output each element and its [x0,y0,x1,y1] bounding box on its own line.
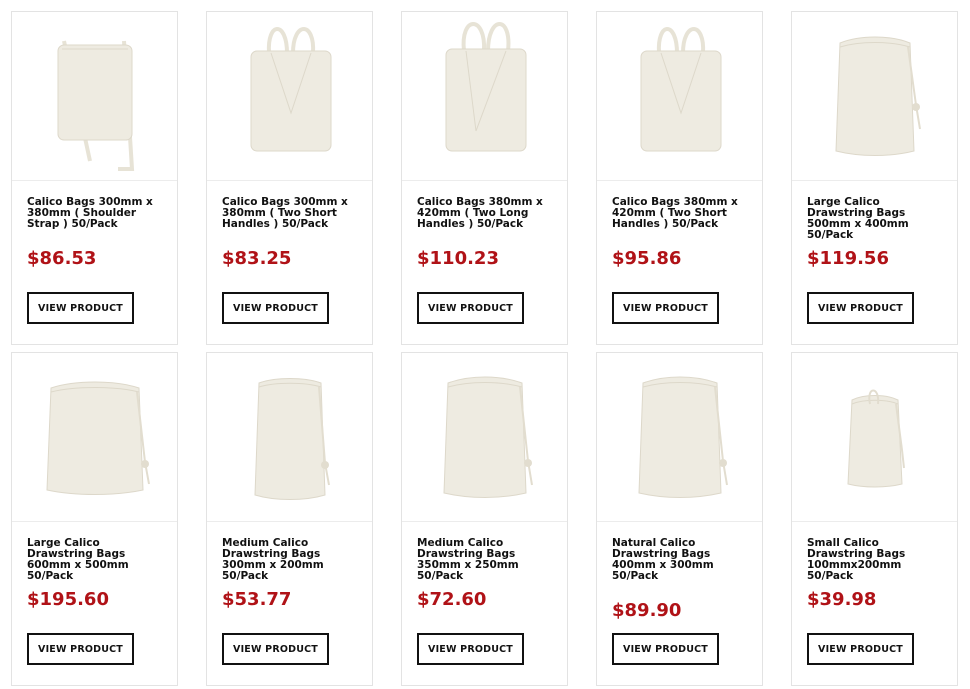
product-price: $39.98 [807,589,877,610]
product-image[interactable] [207,353,372,522]
product-image[interactable] [207,12,372,181]
product-title[interactable]: Large Calico Drawstring Bags 500mm x 400… [807,197,945,241]
product-grid: Calico Bags 300mm x 380mm ( Shoulder Str… [0,0,970,689]
product-title[interactable]: Medium Calico Drawstring Bags 300mm x 20… [222,538,360,582]
product-image[interactable] [597,12,762,181]
product-title[interactable]: Natural Calico Drawstring Bags 400mm x 3… [612,538,750,582]
drawstring-bag-icon [637,376,728,498]
view-product-button[interactable]: VIEW PRODUCT [612,292,719,324]
product-card[interactable]: Small Calico Drawstring Bags 100mmx200mm… [791,352,958,686]
product-card[interactable]: Calico Bags 300mm x 380mm ( Two Short Ha… [206,11,373,345]
product-price: $53.77 [222,589,292,610]
product-image[interactable] [792,353,957,522]
product-card[interactable]: Medium Calico Drawstring Bags 350mm x 25… [401,352,568,686]
product-title[interactable]: Calico Bags 380mm x 420mm ( Two Long Han… [417,197,555,230]
tote-bag-short-handles-icon [250,27,331,152]
product-price: $195.60 [27,589,109,610]
product-title[interactable]: Small Calico Drawstring Bags 100mmx200mm… [807,538,945,582]
tote-bag-long-handles-icon [445,22,526,152]
view-product-button[interactable]: VIEW PRODUCT [807,292,914,324]
product-card[interactable]: Calico Bags 380mm x 420mm ( Two Long Han… [401,11,568,345]
product-price: $72.60 [417,589,487,610]
drawstring-bag-icon [834,36,921,156]
product-card[interactable]: Large Calico Drawstring Bags 600mm x 500… [11,352,178,686]
product-title[interactable]: Large Calico Drawstring Bags 600mm x 500… [27,538,165,582]
product-title[interactable]: Calico Bags 300mm x 380mm ( Shoulder Str… [27,197,165,230]
view-product-button[interactable]: VIEW PRODUCT [222,633,329,665]
tote-bag-short-handles-icon [640,27,721,152]
product-card[interactable]: Medium Calico Drawstring Bags 300mm x 20… [206,352,373,686]
drawstring-bag-icon [846,389,905,488]
view-product-button[interactable]: VIEW PRODUCT [807,633,914,665]
product-image[interactable] [402,353,567,522]
product-card[interactable]: Natural Calico Drawstring Bags 400mm x 3… [596,352,763,686]
product-title[interactable]: Medium Calico Drawstring Bags 350mm x 25… [417,538,555,582]
view-product-button[interactable]: VIEW PRODUCT [417,633,524,665]
view-product-button[interactable]: VIEW PRODUCT [222,292,329,324]
product-image[interactable] [792,12,957,181]
product-title[interactable]: Calico Bags 300mm x 380mm ( Two Short Ha… [222,197,360,230]
product-price: $86.53 [27,248,97,269]
product-price: $89.90 [612,600,682,621]
view-product-button[interactable]: VIEW PRODUCT [612,633,719,665]
product-image[interactable] [12,353,177,522]
view-product-button[interactable]: VIEW PRODUCT [27,292,134,324]
product-image[interactable] [402,12,567,181]
product-price: $83.25 [222,248,292,269]
product-price: $95.86 [612,248,682,269]
view-product-button[interactable]: VIEW PRODUCT [27,633,134,665]
view-product-button[interactable]: VIEW PRODUCT [417,292,524,324]
product-image[interactable] [597,353,762,522]
product-card[interactable]: Calico Bags 380mm x 420mm ( Two Short Ha… [596,11,763,345]
product-title[interactable]: Calico Bags 380mm x 420mm ( Two Short Ha… [612,197,750,230]
product-card[interactable]: Calico Bags 300mm x 380mm ( Shoulder Str… [11,11,178,345]
drawstring-bag-icon [45,381,150,495]
tote-bag-shoulder-strap-icon [57,40,134,171]
drawstring-bag-icon [253,378,330,500]
product-price: $119.56 [807,248,889,269]
product-price: $110.23 [417,248,499,269]
drawstring-bag-icon [442,376,533,498]
product-image[interactable] [12,12,177,181]
product-card[interactable]: Large Calico Drawstring Bags 500mm x 400… [791,11,958,345]
